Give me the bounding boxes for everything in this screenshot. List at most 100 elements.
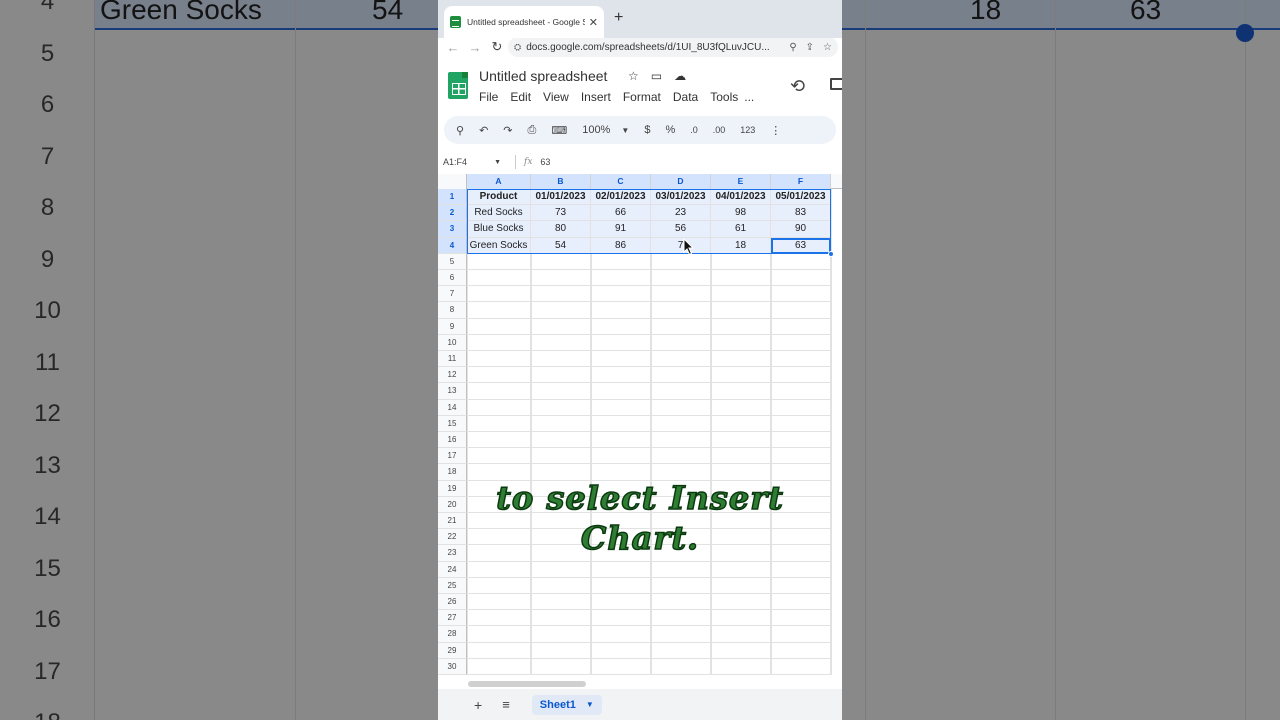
table-cell[interactable] <box>591 270 651 287</box>
table-cell[interactable] <box>531 318 591 335</box>
table-cell[interactable] <box>531 302 591 319</box>
table-cell[interactable] <box>711 383 771 400</box>
table-cell[interactable] <box>467 367 531 384</box>
table-cell[interactable]: 80 <box>531 221 591 238</box>
more-formats-button[interactable]: 123 <box>740 125 755 135</box>
table-cell[interactable] <box>771 286 831 303</box>
site-info-icon[interactable]: ⛭ <box>514 42 521 53</box>
table-cell[interactable] <box>531 577 591 594</box>
table-cell[interactable] <box>771 432 831 449</box>
table-cell[interactable] <box>531 610 591 627</box>
browser-tab[interactable]: Untitled spreadsheet - Google Sh ✕ <box>444 6 604 38</box>
table-cell[interactable] <box>651 658 711 675</box>
row-header[interactable]: 9 <box>438 318 467 335</box>
menu-view[interactable]: View <box>543 90 569 104</box>
table-cell[interactable] <box>531 383 591 400</box>
table-cell[interactable] <box>771 610 831 627</box>
table-cell[interactable] <box>651 626 711 643</box>
sheets-logo-icon[interactable] <box>448 72 468 99</box>
zoom-icon[interactable]: ⚲ <box>789 42 796 53</box>
reload-icon[interactable]: ↻ <box>486 39 508 55</box>
row-header[interactable]: 3 <box>438 221 467 238</box>
table-cell[interactable] <box>651 610 711 627</box>
table-cell[interactable] <box>467 383 531 400</box>
table-cell[interactable] <box>591 594 651 611</box>
table-cell[interactable] <box>591 351 651 368</box>
table-cell[interactable] <box>531 367 591 384</box>
table-cell[interactable] <box>651 334 711 351</box>
table-cell[interactable] <box>711 448 771 465</box>
table-cell[interactable] <box>531 626 591 643</box>
table-cell[interactable] <box>771 594 831 611</box>
table-cell[interactable]: 98 <box>711 205 771 222</box>
table-cell[interactable] <box>591 658 651 675</box>
table-cell[interactable] <box>771 351 831 368</box>
row-header[interactable]: 12 <box>438 367 467 384</box>
redo-icon[interactable]: ↷ <box>503 124 512 137</box>
table-cell[interactable] <box>651 367 711 384</box>
table-cell[interactable] <box>711 415 771 432</box>
table-cell[interactable] <box>711 351 771 368</box>
table-cell[interactable] <box>651 577 711 594</box>
row-header[interactable]: 15 <box>438 415 467 432</box>
formula-input[interactable]: 63 <box>540 157 550 167</box>
column-header[interactable]: D <box>651 174 711 189</box>
table-cell[interactable] <box>591 432 651 449</box>
table-cell[interactable] <box>711 577 771 594</box>
table-cell[interactable] <box>771 399 831 416</box>
table-cell[interactable] <box>651 432 711 449</box>
table-cell[interactable]: 54 <box>531 237 591 254</box>
table-cell[interactable] <box>711 286 771 303</box>
row-header[interactable]: 30 <box>438 658 467 675</box>
table-cell[interactable] <box>711 594 771 611</box>
table-cell[interactable] <box>711 399 771 416</box>
row-header[interactable]: 8 <box>438 302 467 319</box>
table-cell[interactable] <box>467 577 531 594</box>
star-icon[interactable]: ☆ <box>628 69 639 83</box>
table-cell[interactable] <box>651 594 711 611</box>
table-cell[interactable] <box>651 399 711 416</box>
table-cell[interactable] <box>591 334 651 351</box>
table-cell[interactable] <box>711 561 771 578</box>
menu-insert[interactable]: Insert <box>581 90 611 104</box>
table-cell[interactable] <box>711 642 771 659</box>
table-cell[interactable] <box>531 561 591 578</box>
all-sheets-button[interactable]: ≡ <box>502 697 510 712</box>
table-cell[interactable] <box>711 318 771 335</box>
table-cell[interactable] <box>651 448 711 465</box>
row-header[interactable]: 27 <box>438 610 467 627</box>
table-cell[interactable] <box>467 658 531 675</box>
table-cell[interactable]: Product <box>467 189 531 206</box>
bookmark-star-icon[interactable]: ☆ <box>823 42 832 53</box>
table-cell[interactable] <box>591 626 651 643</box>
table-cell[interactable] <box>467 351 531 368</box>
table-cell[interactable] <box>591 610 651 627</box>
table-cell[interactable]: 91 <box>591 221 651 238</box>
row-header[interactable]: 11 <box>438 351 467 368</box>
table-cell[interactable] <box>591 448 651 465</box>
table-cell[interactable] <box>651 253 711 270</box>
horizontal-scrollbar[interactable] <box>468 681 586 687</box>
table-cell[interactable] <box>771 302 831 319</box>
table-cell[interactable] <box>531 270 591 287</box>
comments-icon[interactable] <box>830 78 842 90</box>
table-cell[interactable] <box>771 658 831 675</box>
table-cell[interactable] <box>771 642 831 659</box>
menu-data[interactable]: Data <box>673 90 698 104</box>
menu-more[interactable]: ... <box>744 90 754 104</box>
table-cell[interactable]: 66 <box>591 205 651 222</box>
back-icon[interactable]: ← <box>442 40 464 55</box>
sheet-tab[interactable]: Sheet1 ▼ <box>531 694 602 715</box>
table-cell[interactable]: Blue Socks <box>467 221 531 238</box>
table-cell[interactable] <box>771 577 831 594</box>
table-cell[interactable] <box>467 318 531 335</box>
table-cell[interactable] <box>467 334 531 351</box>
column-header[interactable]: A <box>467 174 531 189</box>
table-cell[interactable] <box>711 658 771 675</box>
row-header[interactable]: 16 <box>438 432 467 449</box>
row-header[interactable]: 6 <box>438 270 467 287</box>
table-cell[interactable]: 83 <box>771 205 831 222</box>
more-options-icon[interactable]: ⋮ <box>770 124 781 137</box>
table-cell[interactable] <box>467 432 531 449</box>
table-cell[interactable] <box>711 610 771 627</box>
